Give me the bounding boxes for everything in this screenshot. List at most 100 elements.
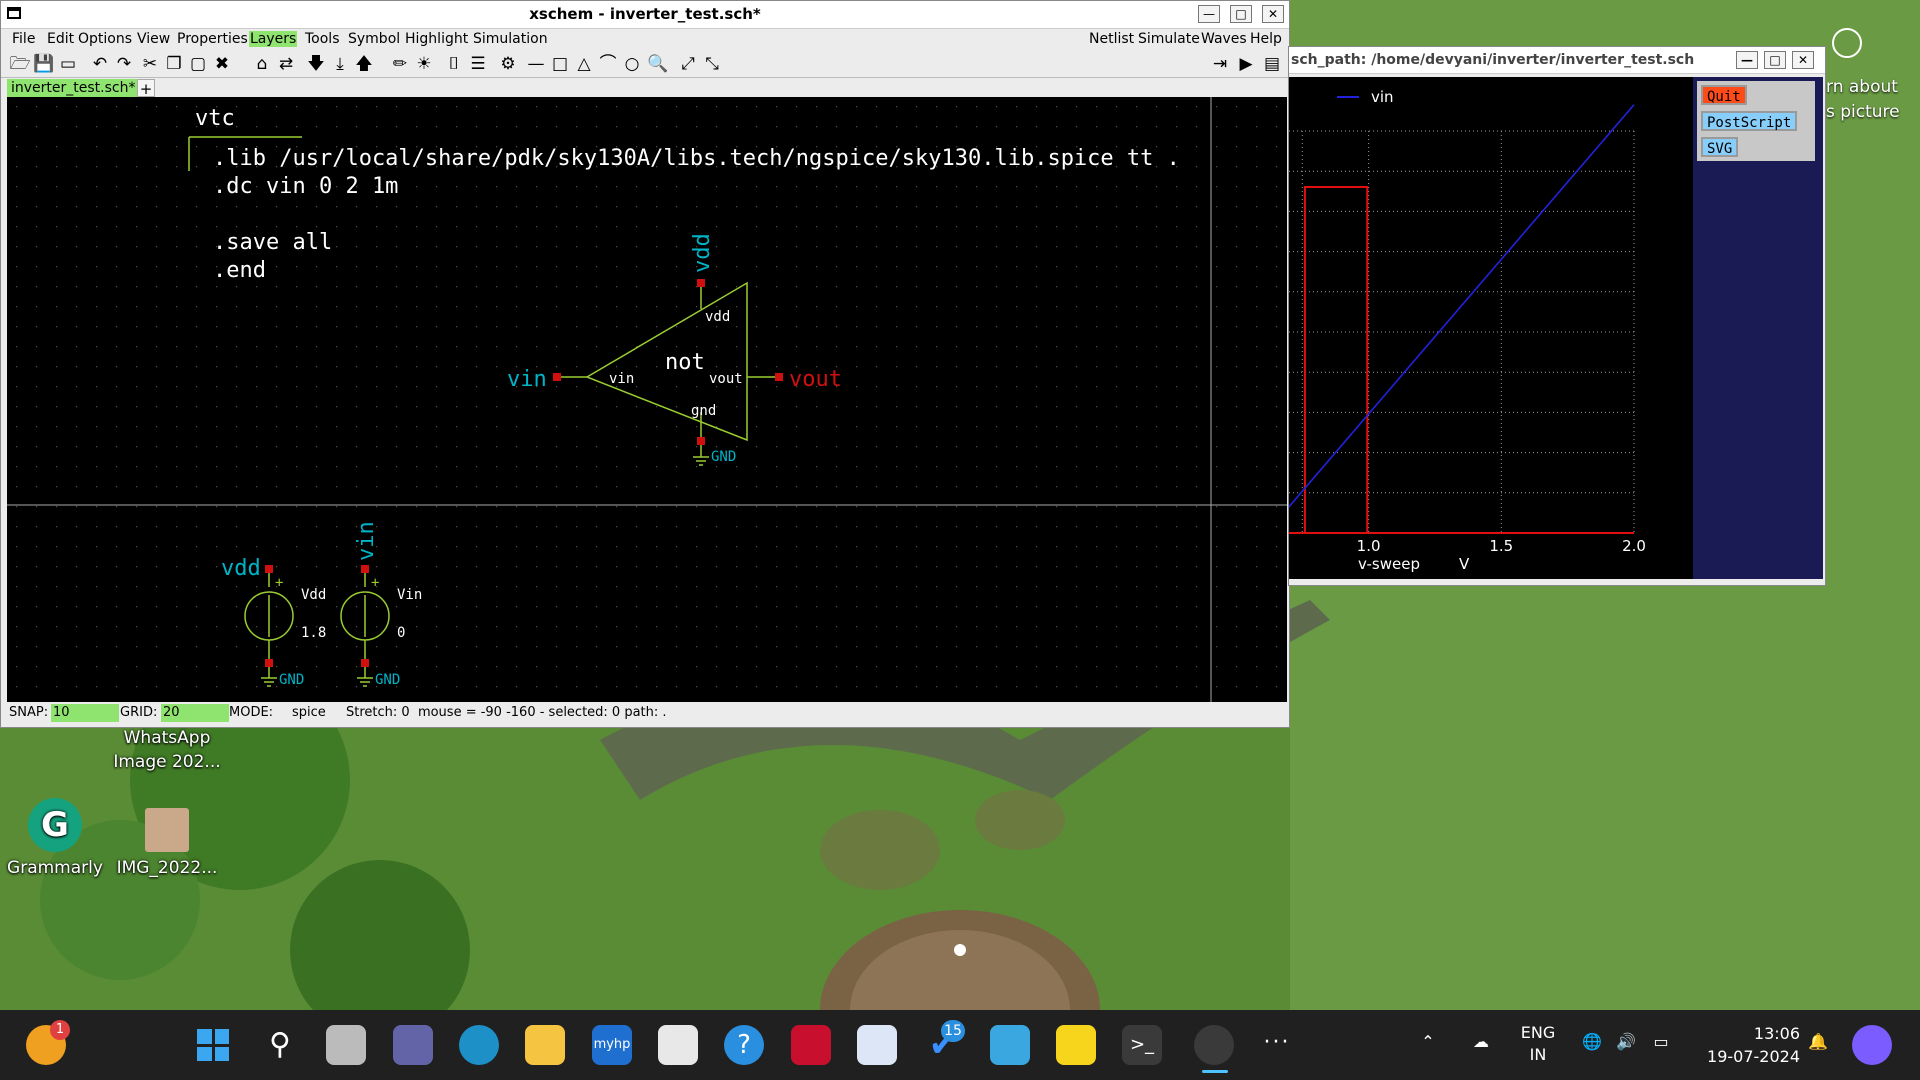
search-icon[interactable]: ⚲ — [260, 1025, 300, 1065]
menu-waves[interactable]: Waves — [1200, 31, 1248, 47]
close-button[interactable]: ✕ — [1262, 5, 1284, 23]
desktop-icon-grammarly[interactable]: G Grammarly — [0, 798, 110, 880]
series-line-vin[interactable] — [1289, 105, 1634, 579]
descend-symbol-icon[interactable]: ⤓ — [329, 53, 351, 75]
terminal-icon[interactable]: >_ — [1122, 1025, 1162, 1065]
wire-icon[interactable]: ✏ — [389, 53, 411, 75]
highlight-icon[interactable]: ☀ — [413, 53, 435, 75]
line-icon[interactable]: — — [525, 53, 547, 75]
menu-netlist[interactable]: Netlist — [1088, 31, 1135, 47]
menu-help[interactable]: Help — [1249, 31, 1283, 47]
menu-file[interactable]: File — [11, 31, 36, 47]
myhp-icon[interactable]: myhp — [592, 1025, 632, 1065]
snap-field[interactable]: 10 — [51, 704, 119, 722]
menu-tools[interactable]: Tools — [304, 31, 341, 47]
menu-options[interactable]: Options — [77, 31, 133, 47]
net-label-vdd[interactable]: vdd — [690, 233, 715, 273]
vdd-source-gnd-pin[interactable] — [265, 659, 273, 667]
redo-icon[interactable]: ↷ — [113, 53, 135, 75]
paste-icon[interactable]: ▢ — [187, 53, 209, 75]
linux-penguin-icon[interactable] — [1194, 1025, 1234, 1065]
zoom-out-icon[interactable]: ⤡ — [701, 53, 723, 75]
polygon-icon[interactable]: △ — [573, 53, 595, 75]
gnd-pin[interactable] — [697, 437, 705, 445]
swap-icon[interactable]: ⇄ — [275, 53, 297, 75]
vin-source-gnd-pin[interactable] — [361, 659, 369, 667]
zoom-icon[interactable]: 🔍 — [647, 53, 669, 75]
waves-maximize-button[interactable]: □ — [1764, 51, 1786, 69]
menu-view[interactable]: View — [136, 31, 171, 47]
vdd-source-pin[interactable] — [265, 565, 273, 573]
waveform-chart[interactable]: 1.0 1.5 2.0 v-sweep Vvin — [1289, 77, 1693, 579]
net-label-icon[interactable]: ⌷ — [443, 53, 465, 75]
minimize-button[interactable]: — — [1198, 5, 1220, 23]
simulate-icon[interactable]: ▶ — [1235, 53, 1257, 75]
title-bar[interactable]: xschem - inverter_test.sch* — □ ✕ — [1, 1, 1289, 29]
insert-symbol-icon[interactable]: ⌂ — [251, 53, 273, 75]
copilot-icon[interactable] — [1852, 1025, 1892, 1065]
add-tab-button[interactable]: + — [137, 79, 155, 98]
waves-title-bar[interactable]: sch_path: /home/devyani/inverter/inverte… — [1289, 47, 1825, 74]
more-apps-icon[interactable]: ··· — [1262, 1030, 1292, 1055]
mcafee-icon[interactable] — [791, 1025, 831, 1065]
waveform-plot-area[interactable]: 1.0 1.5 2.0 v-sweep Vvin — [1289, 77, 1693, 579]
vout-pin[interactable] — [775, 373, 783, 381]
menu-simulate[interactable]: Simulate — [1137, 31, 1201, 47]
task-view-icon[interactable] — [326, 1025, 366, 1065]
chevron-up-icon[interactable]: ⌃ — [1418, 1032, 1438, 1051]
circle-icon[interactable]: ○ — [621, 53, 643, 75]
language-indicator[interactable]: ENG IN — [1520, 1022, 1556, 1066]
network-icon[interactable]: 🌐 — [1580, 1032, 1604, 1051]
edge-icon[interactable] — [459, 1025, 499, 1065]
quit-button[interactable]: Quit — [1701, 85, 1747, 105]
waves-close-button[interactable]: ✕ — [1792, 51, 1814, 69]
vin-source-pin[interactable] — [361, 565, 369, 573]
waves-icon[interactable]: ▤ — [1261, 53, 1283, 75]
grid-field[interactable]: 20 — [161, 704, 229, 722]
notification-bell-icon[interactable]: 🔔 — [1806, 1032, 1830, 1051]
net-label-vdd-source[interactable]: vdd — [221, 556, 261, 581]
file-explorer-icon[interactable] — [525, 1025, 565, 1065]
zoom-in-icon[interactable]: ⤢ — [677, 53, 699, 75]
menu-highlight[interactable]: Highlight — [404, 31, 469, 47]
microsoft-store-icon[interactable] — [658, 1025, 698, 1065]
postscript-button[interactable]: PostScript — [1701, 111, 1798, 131]
menu-edit[interactable]: Edit — [46, 31, 75, 47]
menu-simulation[interactable]: Simulation — [472, 31, 549, 47]
ascend-icon[interactable]: 🡅 — [353, 53, 375, 75]
desktop-icon-img-2022[interactable]: IMG_2022... — [112, 808, 222, 880]
waves-minimize-button[interactable]: — — [1736, 51, 1758, 69]
battery-icon[interactable]: ▭ — [1648, 1032, 1674, 1051]
start-icon[interactable] — [193, 1025, 233, 1065]
pin-icon[interactable]: ⚙ — [497, 53, 519, 75]
net-label-vin-source[interactable]: vin — [354, 521, 379, 561]
clock[interactable]: 13:06 19-07-2024 — [1690, 1022, 1800, 1068]
undo-icon[interactable]: ↶ — [89, 53, 111, 75]
list-icon[interactable]: ☰ — [467, 53, 489, 75]
arc-icon[interactable]: ⌒ — [597, 53, 619, 75]
svg-button[interactable]: SVG — [1701, 137, 1739, 157]
net-label-vout[interactable]: vout — [789, 367, 842, 392]
cursor-box[interactable] — [1305, 187, 1367, 533]
netlist-icon[interactable]: ⇥ — [1209, 53, 1231, 75]
whiteboard-icon[interactable] — [857, 1025, 897, 1065]
menu-properties[interactable]: Properties — [176, 31, 249, 47]
delete-icon[interactable]: ✖ — [211, 53, 233, 75]
desktop-icon-whatsapp-image[interactable]: WhatsApp Image 202... — [112, 726, 222, 774]
maximize-button[interactable]: □ — [1230, 5, 1252, 23]
menu-layers[interactable]: Layers — [249, 31, 298, 47]
descend-icon[interactable]: 🡇 — [305, 53, 327, 75]
rectangle-icon[interactable]: □ — [549, 53, 571, 75]
reload-icon[interactable]: ▭ — [57, 53, 79, 75]
help-icon[interactable]: ? — [724, 1025, 764, 1065]
cloud-icon[interactable]: ☁ — [1468, 1032, 1494, 1051]
notepad-icon[interactable] — [990, 1025, 1030, 1065]
vdd-pin[interactable] — [697, 279, 705, 287]
open-icon[interactable]: 🗁 — [9, 53, 31, 75]
save-icon[interactable]: 💾 — [33, 53, 55, 75]
schematic-drawing[interactable]: vtc .lib /usr/local/share/pdk/sky130A/li… — [7, 97, 1287, 702]
tab-inverter-test[interactable]: inverter_test.sch* — [7, 79, 140, 97]
copy-icon[interactable]: ❐ — [163, 53, 185, 75]
sticky-notes-icon[interactable] — [1056, 1025, 1096, 1065]
volume-icon[interactable]: 🔊 — [1614, 1032, 1638, 1051]
